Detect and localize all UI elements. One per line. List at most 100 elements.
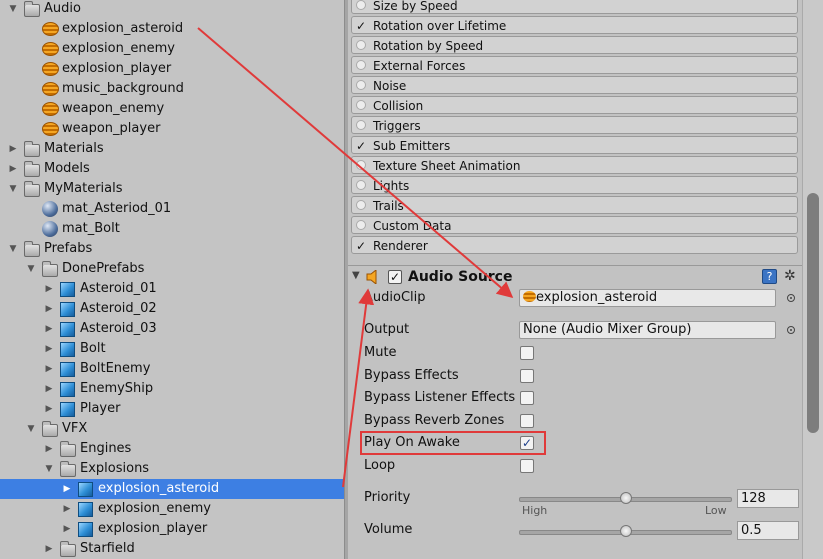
tree-row[interactable]: explosion_asteroid: [0, 19, 344, 39]
expanded-arrow-icon[interactable]: ▼: [8, 179, 18, 199]
module-toggle-icon[interactable]: [356, 80, 366, 90]
tree-row[interactable]: ▶ Engines: [0, 439, 344, 459]
particle-module[interactable]: Rotation by Speed: [351, 36, 798, 54]
volume-number[interactable]: 0.5: [737, 521, 799, 540]
tree-row[interactable]: mat_Bolt: [0, 219, 344, 239]
scrollbar-thumb[interactable]: [807, 193, 819, 433]
tree-row[interactable]: ▼ Audio: [0, 0, 344, 19]
module-check-icon[interactable]: ✓: [356, 237, 368, 255]
priority-slider[interactable]: [519, 492, 732, 504]
toggle-checkbox[interactable]: [520, 458, 534, 473]
toggle-checkbox[interactable]: [520, 368, 534, 383]
tree-row[interactable]: explosion_player: [0, 59, 344, 79]
tree-row[interactable]: ▼ DonePrefabs: [0, 259, 344, 279]
collapsed-arrow-icon[interactable]: ▶: [62, 519, 72, 539]
volume-slider[interactable]: [519, 525, 732, 537]
tree-row[interactable]: mat_Asteriod_01: [0, 199, 344, 219]
particle-module[interactable]: Custom Data: [351, 216, 798, 234]
module-toggle-icon[interactable]: [356, 180, 366, 190]
tree-row[interactable]: ▼ Prefabs: [0, 239, 344, 259]
slider-knob[interactable]: [619, 525, 632, 537]
tree-row[interactable]: music_background: [0, 79, 344, 99]
module-toggle-icon[interactable]: [356, 160, 366, 170]
collapsed-arrow-icon[interactable]: ▶: [44, 439, 54, 459]
particle-module[interactable]: Lights: [351, 176, 798, 194]
expanded-arrow-icon[interactable]: ▼: [26, 259, 36, 279]
collapsed-arrow-icon[interactable]: ▶: [44, 339, 54, 359]
tree-row-label: Player: [80, 401, 121, 416]
toggle-checkbox[interactable]: [520, 346, 534, 360]
output-field[interactable]: None (Audio Mixer Group): [519, 321, 776, 339]
particle-module[interactable]: ✓ Renderer: [351, 236, 798, 254]
collapsed-arrow-icon[interactable]: ▶: [62, 499, 72, 519]
toggle-checkbox[interactable]: [520, 391, 534, 405]
collapsed-arrow-icon[interactable]: ▶: [8, 139, 18, 159]
tree-row[interactable]: ▼ VFX: [0, 419, 344, 439]
collapsed-arrow-icon[interactable]: ▶: [44, 299, 54, 319]
module-check-icon[interactable]: ✓: [356, 137, 368, 155]
collapsed-arrow-icon[interactable]: ▶: [62, 479, 72, 499]
tree-row[interactable]: weapon_enemy: [0, 99, 344, 119]
component-enabled-checkbox[interactable]: ✓: [388, 270, 402, 284]
tree-row[interactable]: ▶ BoltEnemy: [0, 359, 344, 379]
particle-module[interactable]: ✓ Rotation over Lifetime: [351, 16, 798, 34]
priority-number[interactable]: 128: [737, 489, 799, 508]
particle-module[interactable]: Noise: [351, 76, 798, 94]
tree-row[interactable]: ▶ Player: [0, 399, 344, 419]
inspector-scrollbar[interactable]: [802, 0, 823, 559]
expanded-arrow-icon[interactable]: ▼: [44, 459, 54, 479]
tree-row[interactable]: ▶ Starfield: [0, 539, 344, 559]
tree-row[interactable]: ▶ Asteroid_02: [0, 299, 344, 319]
module-toggle-icon[interactable]: [356, 200, 366, 210]
module-check-icon[interactable]: ✓: [356, 17, 368, 35]
particle-module[interactable]: Size by Speed: [351, 0, 798, 14]
collapsed-arrow-icon[interactable]: ▶: [44, 319, 54, 339]
particle-module[interactable]: ✓ Sub Emitters: [351, 136, 798, 154]
tree-row[interactable]: ▶ explosion_enemy: [0, 499, 344, 519]
particle-module[interactable]: Trails: [351, 196, 798, 214]
module-toggle-icon[interactable]: [356, 100, 366, 110]
tree-row[interactable]: ▶ explosion_player: [0, 519, 344, 539]
tree-row[interactable]: ▼ Explosions: [0, 459, 344, 479]
expanded-arrow-icon[interactable]: ▼: [8, 239, 18, 259]
toggle-checkbox[interactable]: [520, 413, 534, 428]
module-toggle-icon[interactable]: [356, 220, 366, 230]
particle-module-label: Collision: [373, 99, 424, 113]
tree-row[interactable]: ▶ Asteroid_03: [0, 319, 344, 339]
tree-row[interactable]: weapon_player: [0, 119, 344, 139]
tree-row[interactable]: ▶ Models: [0, 159, 344, 179]
module-toggle-icon[interactable]: [356, 60, 366, 70]
audioclip-field[interactable]: explosion_asteroid: [519, 289, 776, 307]
slider-knob[interactable]: [619, 492, 632, 504]
module-toggle-icon[interactable]: [356, 120, 366, 130]
gear-icon[interactable]: ✲: [784, 268, 796, 284]
expanded-arrow-icon[interactable]: ▼: [26, 419, 36, 439]
particle-module-label: Rotation by Speed: [373, 39, 484, 53]
collapsed-arrow-icon[interactable]: ▶: [44, 539, 54, 559]
tree-row[interactable]: ▶ EnemyShip: [0, 379, 344, 399]
help-icon[interactable]: ?: [762, 269, 777, 284]
audio-source-header[interactable]: ▼ ✓ Audio Source ? ✲: [348, 265, 803, 290]
module-toggle-icon[interactable]: [356, 40, 366, 50]
object-picker-icon[interactable]: [787, 294, 795, 302]
folder-icon: [60, 441, 76, 457]
tree-row[interactable]: ▶ Asteroid_01: [0, 279, 344, 299]
tree-row[interactable]: ▶ Bolt: [0, 339, 344, 359]
particle-module[interactable]: External Forces: [351, 56, 798, 74]
collapsed-arrow-icon[interactable]: ▶: [44, 279, 54, 299]
particle-module[interactable]: Texture Sheet Animation: [351, 156, 798, 174]
expanded-arrow-icon[interactable]: ▼: [8, 0, 18, 19]
object-picker-icon[interactable]: [787, 326, 795, 334]
tree-row[interactable]: ▶ explosion_asteroid: [0, 479, 344, 499]
collapsed-arrow-icon[interactable]: ▶: [44, 359, 54, 379]
collapsed-arrow-icon[interactable]: ▶: [44, 399, 54, 419]
particle-module[interactable]: Triggers: [351, 116, 798, 134]
module-toggle-icon[interactable]: [356, 0, 366, 10]
tree-row[interactable]: explosion_enemy: [0, 39, 344, 59]
tree-row[interactable]: ▶ Materials: [0, 139, 344, 159]
collapsed-arrow-icon[interactable]: ▶: [8, 159, 18, 179]
foldout-arrow-icon[interactable]: ▼: [352, 270, 360, 281]
particle-module[interactable]: Collision: [351, 96, 798, 114]
collapsed-arrow-icon[interactable]: ▶: [44, 379, 54, 399]
tree-row[interactable]: ▼ MyMaterials: [0, 179, 344, 199]
